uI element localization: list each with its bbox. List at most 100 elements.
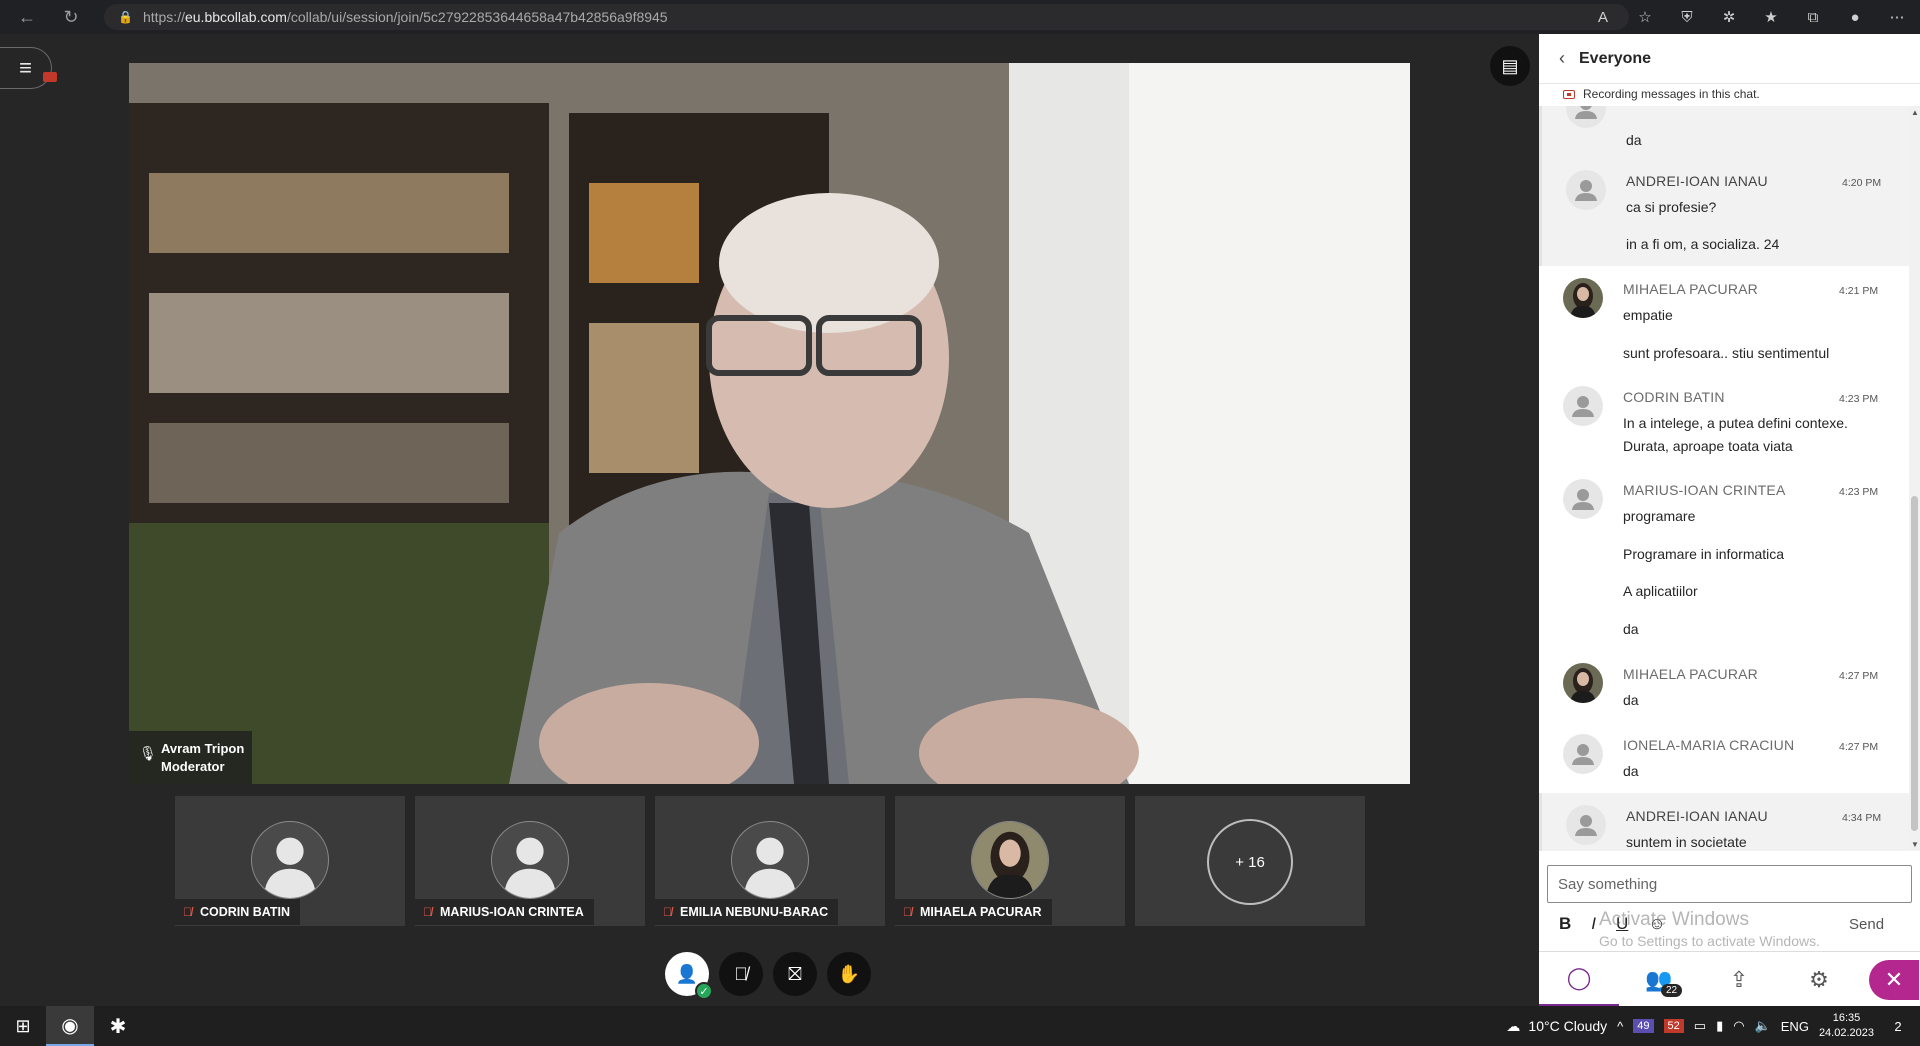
participant-name: EMILIA NEBUNU-BARAC	[680, 905, 829, 919]
message-text: A aplicatiilor	[1623, 583, 1698, 599]
close-panel-button[interactable]: ✕	[1869, 960, 1919, 1000]
message-text: in a fi om, a socializa. 24	[1626, 236, 1780, 252]
system-tray: ☁ 10°C Cloudy ^ 49 52 ▭ ▮ ◠ 🔈 ENG 16:35 …	[1506, 1006, 1920, 1046]
recording-icon	[43, 72, 57, 82]
back-icon[interactable]: ‹	[1559, 48, 1565, 69]
avatar-photo	[971, 821, 1049, 899]
scroll-down-icon[interactable]: ▼	[1911, 840, 1919, 849]
close-icon: ✕	[1884, 967, 1904, 992]
chat-input[interactable]: Say something	[1547, 865, 1912, 903]
meet-icon[interactable]: ▭	[1694, 1018, 1706, 1034]
watermark-line2: Go to Settings to activate Windows.	[1599, 933, 1820, 949]
notification-icon[interactable]: 2	[1884, 1012, 1912, 1040]
back-icon[interactable]: ←	[12, 2, 42, 32]
wifi-icon[interactable]: ◠	[1733, 1018, 1744, 1034]
tray-badge[interactable]: 52	[1663, 1019, 1684, 1033]
collections-icon[interactable]: ⧉	[1800, 4, 1826, 30]
chat-scrollbar[interactable]: ▲ ▼	[1909, 106, 1920, 851]
share-icon: ⇪	[1729, 966, 1749, 992]
mic-muted-icon: 🎙̸	[903, 905, 912, 919]
clock-date: 24.02.2023	[1818, 1027, 1874, 1039]
italic-icon[interactable]: I	[1591, 914, 1596, 934]
my-status-button[interactable]: 👤 ✓	[665, 952, 713, 1000]
slack-icon[interactable]: ✱	[94, 1006, 142, 1046]
tray-badge[interactable]: 49	[1633, 1019, 1654, 1033]
volume-icon[interactable]: 🔈	[1755, 1018, 1771, 1034]
sender-name: MIHAELA PACURAR	[1623, 281, 1758, 297]
chat-message: ANDREI-IOAN IANAU 4:20 PM ca si profesie…	[1539, 158, 1909, 266]
participant-name: MIHAELA PACURAR	[920, 905, 1042, 919]
panel-tabs: ◯ 👥 22 ⇪ ⚙ ✕	[1539, 951, 1920, 1007]
message-text: da	[1623, 692, 1639, 708]
message-time: 4:23 PM	[1839, 393, 1879, 405]
clock-time: 16:35	[1832, 1012, 1861, 1024]
chat-message: ANDREI-IOAN IANAU 4:34 PM suntem in soci…	[1539, 793, 1909, 851]
more-icon[interactable]: ⋯	[1884, 4, 1910, 30]
windows-start-icon[interactable]: ⊞	[0, 1006, 46, 1046]
read-aloud-icon[interactable]: A	[1590, 4, 1616, 30]
raise-hand-button[interactable]: ✋	[827, 952, 871, 996]
more-participants-count: + 16	[1207, 819, 1293, 905]
layout-toggle-button[interactable]: ▤	[1490, 46, 1530, 86]
message-text: Durata, aproape toata viata	[1623, 438, 1793, 454]
sender-name: CODRIN BATIN	[1623, 389, 1725, 405]
recording-note: Recording messages in this chat.	[1539, 84, 1920, 104]
weather-widget[interactable]: ☁ 10°C Cloudy	[1506, 1018, 1607, 1035]
favorites-icon[interactable]: ★	[1758, 4, 1784, 30]
chat-message: MIHAELA PACURAR 4:21 PM empatie sunt pro…	[1539, 266, 1909, 374]
message-time: 4:34 PM	[1842, 812, 1882, 824]
chat-header: ‹ Everyone	[1539, 34, 1920, 84]
microphone-icon: 🎙	[139, 745, 157, 761]
language-indicator[interactable]: ENG	[1781, 1019, 1809, 1034]
mic-muted-icon: 🎙̸	[183, 905, 192, 919]
battery-icon[interactable]: ▮	[1716, 1018, 1723, 1034]
tray-expand-icon[interactable]: ^	[1617, 1019, 1623, 1034]
sender-name: IONELA-MARIA CRACIUN	[1623, 737, 1795, 753]
scroll-thumb[interactable]	[1911, 496, 1918, 831]
avatar	[731, 821, 809, 899]
favorite-icon[interactable]: ☆	[1632, 4, 1658, 30]
participant-label: 🎙̸ EMILIA NEBUNU-BARAC	[655, 899, 839, 925]
message-list[interactable]: da ANDREI-IOAN IANAU 4:20 PM ca si profe…	[1539, 106, 1909, 851]
tab-chat[interactable]: ◯	[1539, 952, 1619, 1007]
chat-message: MIHAELA PACURAR 4:27 PM da	[1539, 651, 1909, 722]
send-button[interactable]: Send	[1849, 916, 1884, 933]
tab-participants[interactable]: 👥 22	[1619, 952, 1699, 1007]
participants-count: 22	[1661, 984, 1683, 997]
participant-tile[interactable]: 🎙̸ MIHAELA PACURAR	[895, 796, 1125, 926]
scroll-up-icon[interactable]: ▲	[1911, 108, 1919, 117]
avatar	[251, 821, 329, 899]
camera-button[interactable]: ⛝	[773, 952, 817, 996]
hand-icon: ✋	[837, 963, 861, 984]
more-participants-tile[interactable]: + 16	[1135, 796, 1365, 926]
avatar	[1566, 805, 1606, 845]
gear-icon: ⚙	[1809, 966, 1829, 992]
recording-icon	[1563, 89, 1575, 99]
tab-share[interactable]: ⇪	[1699, 952, 1779, 1007]
bold-icon[interactable]: B	[1559, 914, 1571, 934]
message-text: Programare in informatica	[1623, 546, 1785, 562]
address-bar[interactable]: 🔒 https://eu.bbcollab.com/collab/ui/sess…	[104, 4, 1629, 30]
edge-browser-icon[interactable]: ◉	[46, 1006, 94, 1046]
recording-note-text: Recording messages in this chat.	[1583, 87, 1760, 101]
sender-name: ANDREI-IOAN IANAU	[1626, 173, 1768, 189]
reload-icon[interactable]: ↻	[56, 2, 86, 32]
message-time: 4:21 PM	[1839, 285, 1879, 297]
tab-settings[interactable]: ⚙	[1779, 952, 1859, 1007]
participant-tile[interactable]: 🎙̸ CODRIN BATIN	[175, 796, 405, 926]
session-menu-button[interactable]: ≡	[0, 47, 57, 89]
media-controls: 👤 ✓ 🎙̸ ⛝ ✋	[665, 952, 871, 1000]
microphone-button[interactable]: 🎙̸	[719, 952, 763, 996]
session-stage: ≡ ▤ 🎙 Avram Tripon Moderator 🎙̸ CODRIN B…	[0, 34, 1539, 1006]
profile-icon[interactable]: ●	[1842, 4, 1868, 30]
participant-tile[interactable]: 🎙̸ MARIUS-IOAN CRINTEA	[415, 796, 645, 926]
avatar	[491, 821, 569, 899]
gallery-icon: ▤	[1501, 55, 1519, 76]
mic-muted-icon: 🎙̸	[663, 905, 672, 919]
message-time: 4:27 PM	[1839, 670, 1879, 682]
puzzle-icon[interactable]: ✲	[1716, 4, 1742, 30]
clock[interactable]: 16:35 24.02.2023	[1819, 1011, 1874, 1041]
message-text: suntem in societate	[1626, 834, 1747, 850]
participant-tile[interactable]: 🎙̸ EMILIA NEBUNU-BARAC	[655, 796, 885, 926]
extension-icon[interactable]: ⛨	[1674, 4, 1700, 30]
